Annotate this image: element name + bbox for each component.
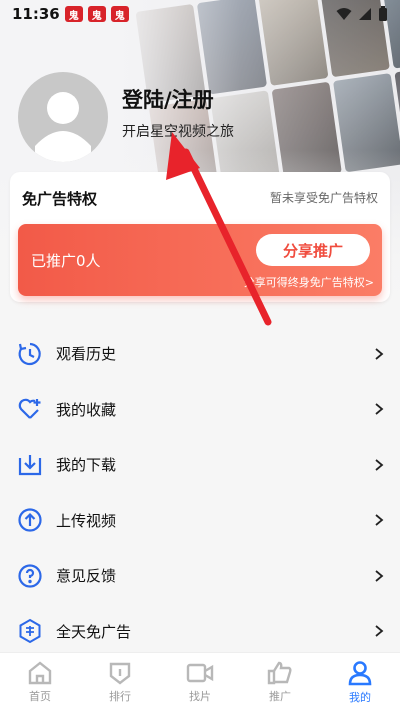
bottom-navigation: 首页 排行 找片 推广 我的	[0, 652, 400, 711]
chevron-right-icon	[375, 570, 384, 582]
menu-item-label: 全天免广告	[56, 622, 132, 641]
history-icon	[16, 340, 44, 368]
status-time: 11:36	[12, 5, 60, 23]
menu-item-label: 观看历史	[56, 345, 117, 364]
nav-tab-mine[interactable]: 我的	[320, 653, 400, 711]
heart-plus-icon	[16, 395, 44, 423]
nav-tab-label: 排行	[109, 689, 131, 703]
wifi-icon	[336, 8, 352, 20]
notification-badge: 鬼	[64, 6, 83, 22]
download-icon	[16, 451, 44, 479]
chevron-right-icon	[375, 403, 384, 415]
menu-item-label: 意见反馈	[56, 567, 117, 586]
menu-item-history[interactable]: 观看历史	[0, 326, 400, 382]
nav-tab-ranking[interactable]: 排行	[80, 653, 160, 711]
chevron-right-icon	[375, 625, 384, 637]
nav-tab-label: 推广	[269, 689, 291, 703]
user-icon	[348, 660, 372, 685]
nav-tab-home[interactable]: 首页	[0, 653, 80, 711]
menu-item-ad-free[interactable]: 全天免广告	[0, 604, 400, 660]
login-register-link[interactable]: 登陆/注册	[122, 84, 214, 114]
menu-item-label: 我的收藏	[56, 400, 117, 419]
ad-free-status: 暂未享受免广告特权	[269, 191, 378, 205]
feedback-icon	[16, 562, 44, 590]
default-avatar-icon	[35, 92, 91, 162]
avatar[interactable]	[18, 72, 108, 162]
profile-menu-list: 观看历史 我的收藏 我的下载 上传视频 意见反馈 全天免广告	[0, 326, 400, 659]
notification-badge: 鬼	[87, 6, 106, 22]
nav-tab-find[interactable]: 找片	[160, 653, 240, 711]
thumbs-up-icon	[267, 661, 292, 684]
chevron-right-icon	[375, 348, 384, 360]
share-promotion-button[interactable]: 分享推广	[256, 234, 370, 266]
menu-item-label: 我的下载	[56, 456, 117, 475]
notification-badge: 鬼	[110, 6, 129, 22]
battery-icon	[379, 6, 387, 21]
ad-free-title: 免广告特权	[22, 190, 98, 208]
nav-tab-label: 找片	[189, 689, 211, 703]
upload-icon	[16, 506, 44, 534]
signal-icon	[359, 8, 371, 20]
menu-item-feedback[interactable]: 意见反馈	[0, 548, 400, 604]
nav-tab-promote[interactable]: 推广	[240, 653, 320, 711]
ad-free-icon	[16, 617, 44, 645]
chevron-right-icon	[375, 514, 384, 526]
promotion-hint-link[interactable]: 分享可得终身免广告特权>	[244, 274, 374, 290]
nav-tab-label: 我的	[349, 690, 371, 704]
menu-item-upload[interactable]: 上传视频	[0, 493, 400, 549]
video-camera-icon	[186, 663, 214, 682]
menu-item-favorites[interactable]: 我的收藏	[0, 382, 400, 438]
menu-item-downloads[interactable]: 我的下载	[0, 437, 400, 493]
chevron-right-icon	[375, 459, 384, 471]
ranking-icon	[109, 662, 131, 685]
nav-tab-label: 首页	[29, 689, 51, 703]
status-bar: 11:36 鬼 鬼 鬼	[0, 0, 400, 28]
promotion-banner: 已推广0人 分享推广 分享可得终身免广告特权>	[18, 224, 382, 296]
home-icon	[28, 660, 52, 684]
profile-subtitle: 开启星空视频之旅	[122, 124, 234, 140]
menu-item-label: 上传视频	[56, 511, 117, 530]
promotion-count: 已推广0人	[31, 252, 101, 270]
ad-free-card: 免广告特权 暂未享受免广告特权 已推广0人 分享推广 分享可得终身免广告特权>	[10, 172, 390, 302]
